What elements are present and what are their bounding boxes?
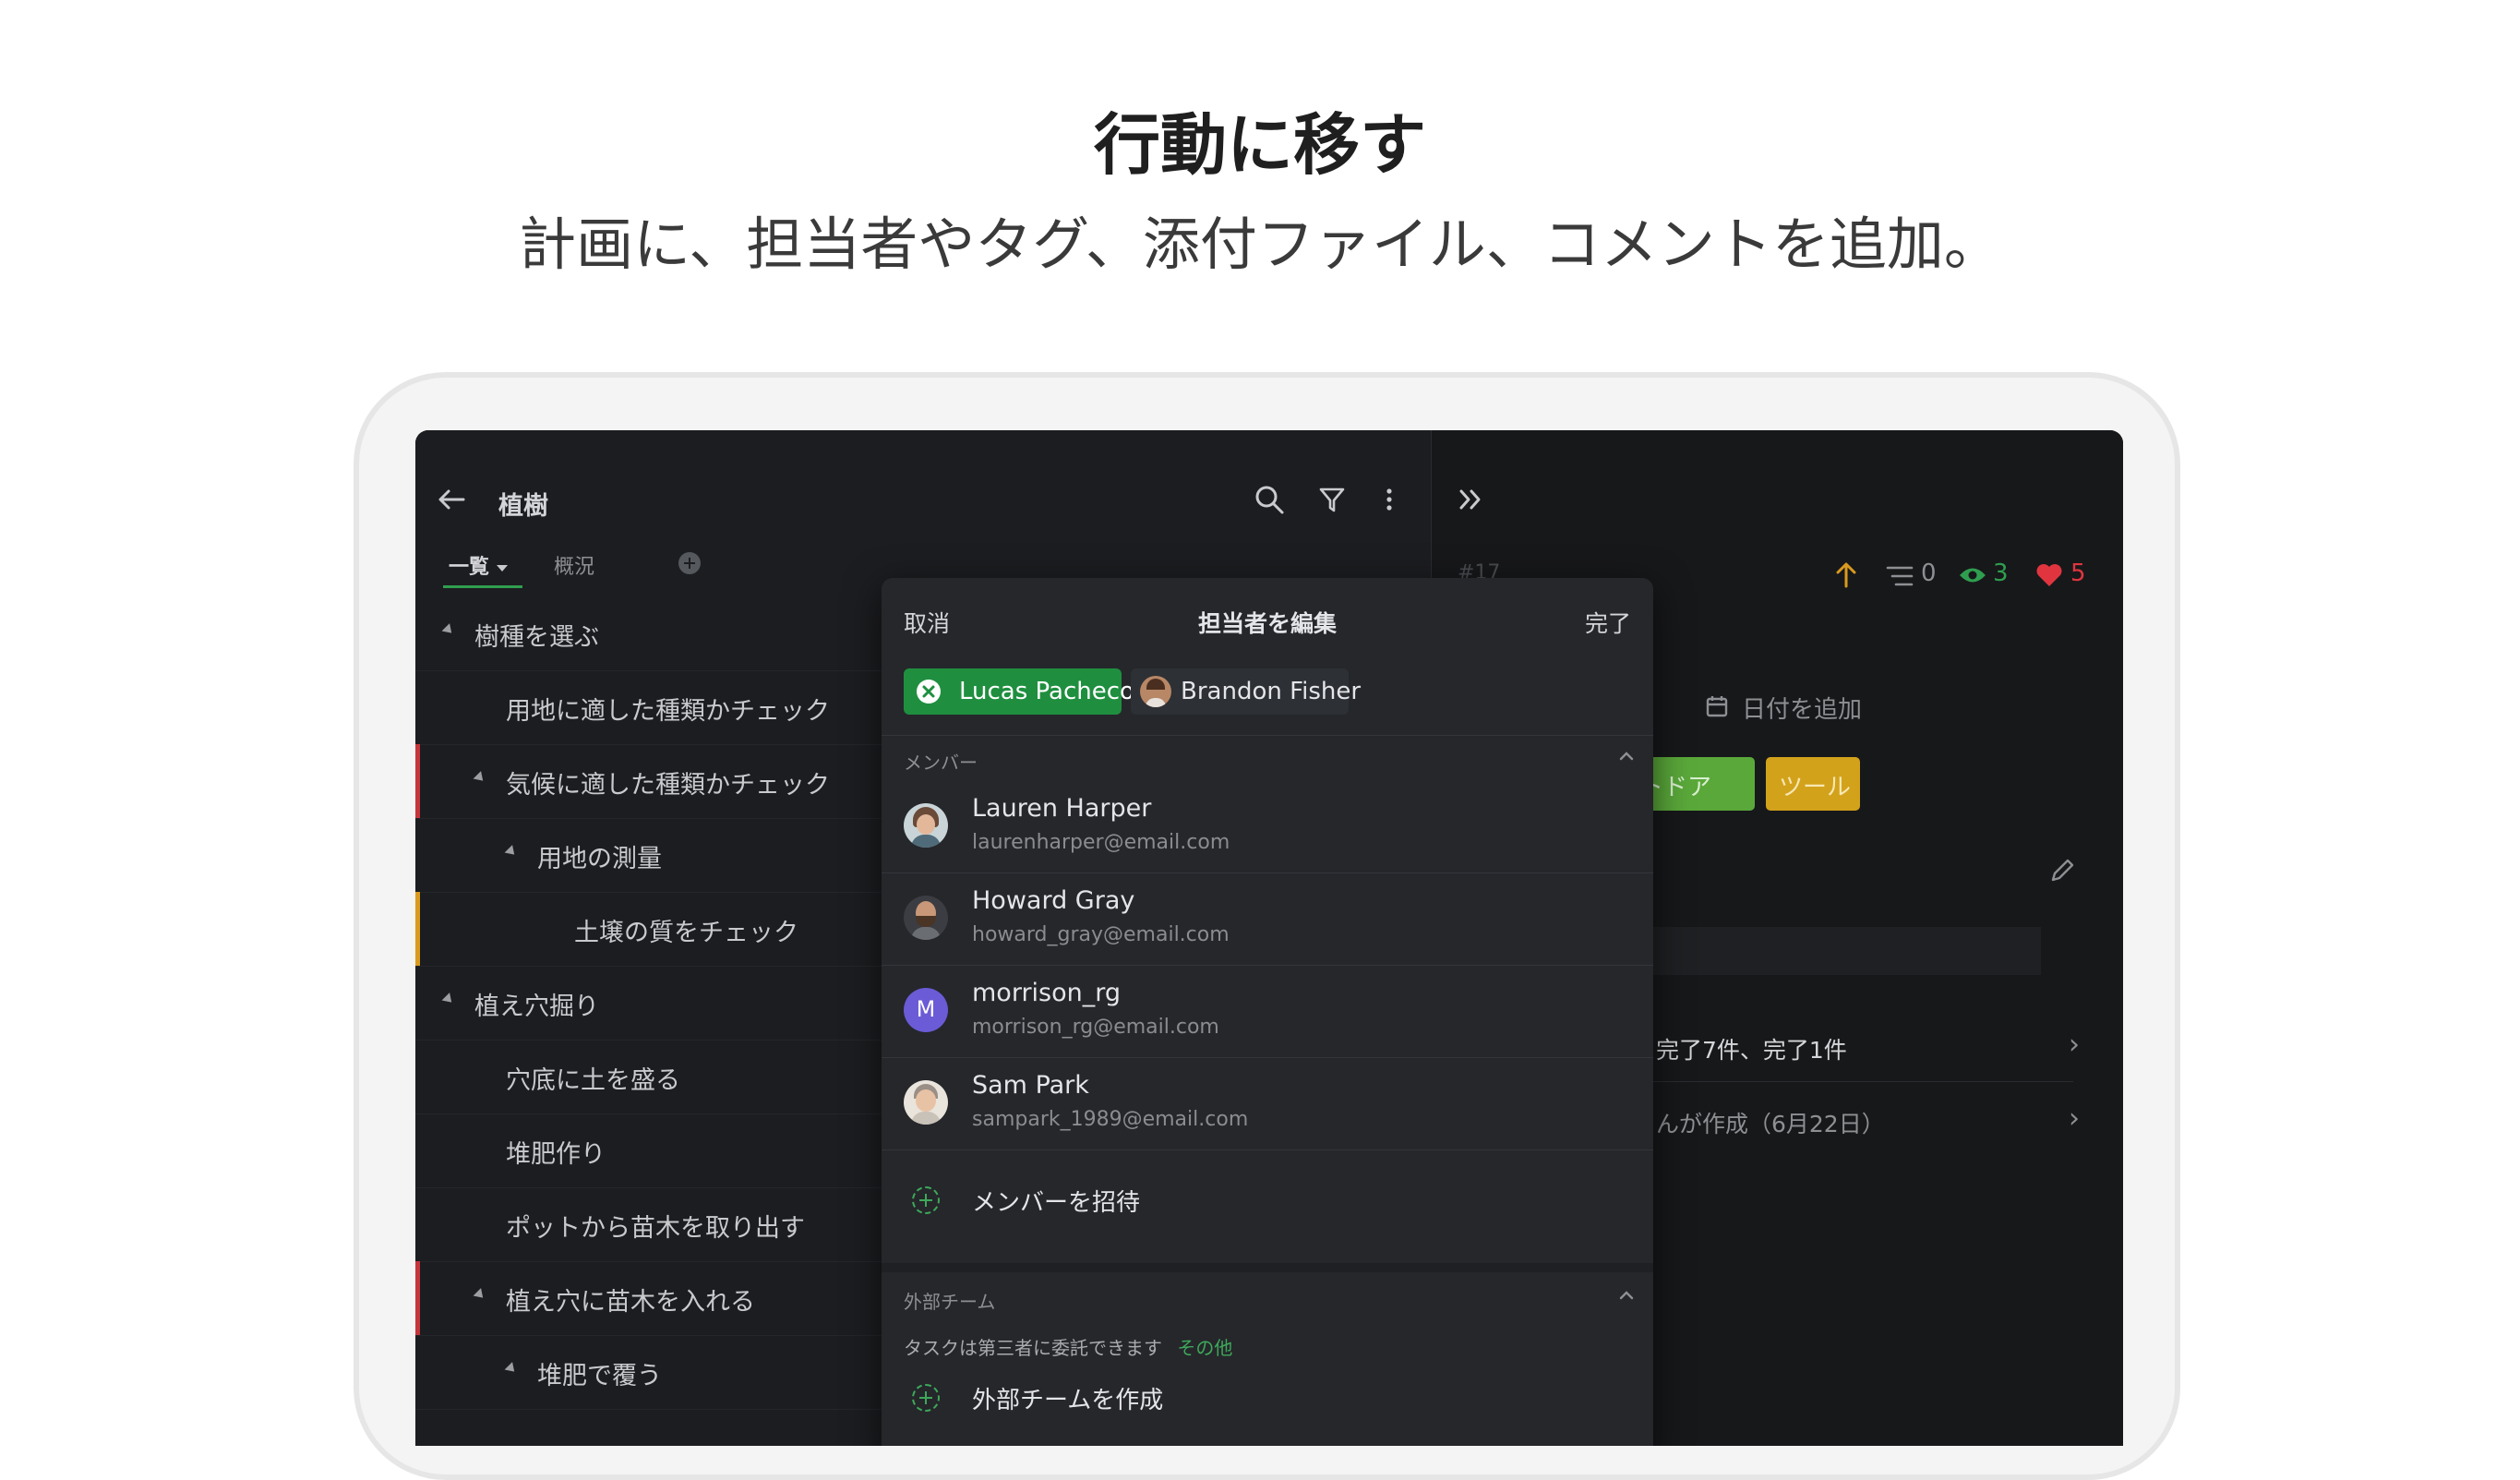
chevron-right-icon[interactable]: ›: [2069, 1102, 2080, 1135]
priority-bar: [415, 1261, 420, 1335]
app-screen: 植樹 一覧 概況 樹種を選ぶ 用地に適した種類かチェック 気候に適した種類かチェ…: [415, 430, 2123, 1446]
watchers-count: 3: [1993, 560, 2009, 587]
avatar: [904, 803, 948, 848]
member-row[interactable]: Sam Park sampark_1989@email.com: [882, 1058, 1653, 1150]
tab-overview[interactable]: 概況: [554, 550, 594, 580]
remove-x-icon[interactable]: [917, 680, 941, 704]
description-box[interactable]: [1639, 927, 2041, 975]
avatar: [904, 896, 948, 940]
tab-list[interactable]: 一覧: [449, 550, 509, 580]
divider: [882, 735, 1653, 736]
more-vertical-icon[interactable]: [1385, 486, 1394, 513]
avatar: [1140, 676, 1171, 707]
calendar-icon[interactable]: [1705, 694, 1729, 718]
edit-assignees-modal: 取消 担当者を編集 完了 Lucas Pacheco Brandon Fishe…: [882, 578, 1653, 1446]
tab-underline: [443, 585, 522, 588]
member-row[interactable]: Howard Gray howard_gray@email.com: [882, 873, 1653, 966]
comments-count: 0: [1921, 560, 1937, 587]
section-separator: [882, 1263, 1653, 1272]
selected-assignee-chip[interactable]: Lucas Pacheco: [904, 668, 1134, 715]
arrow-left-icon[interactable]: [436, 486, 467, 513]
priority-bar: [415, 744, 420, 818]
collapse-triangle-icon[interactable]: [441, 993, 456, 1006]
chevron-right-icon[interactable]: ›: [2069, 1029, 2080, 1061]
created-by: んが作成（6月22日）: [1656, 1111, 1885, 1137]
subtasks-summary: 完了7件、完了1件: [1656, 1037, 1847, 1064]
member-row[interactable]: Lauren Harper laurenharper@email.com: [882, 781, 1653, 873]
add-date-button[interactable]: 日付を追加: [1742, 691, 1862, 725]
filter-icon[interactable]: [1318, 486, 1346, 513]
more-link[interactable]: その他: [1177, 1337, 1232, 1359]
tag-tools[interactable]: ツール: [1766, 757, 1860, 811]
double-chevron-right-icon[interactable]: [1458, 487, 1485, 511]
chevron-down-icon: [497, 564, 509, 572]
divider: [1639, 1081, 2073, 1082]
invite-member-button[interactable]: メンバーを招待: [972, 1184, 1140, 1218]
chevron-up-icon[interactable]: [1618, 750, 1635, 761]
add-tab-icon[interactable]: [678, 552, 701, 574]
create-external-team-button[interactable]: 外部チームを作成: [972, 1381, 1163, 1415]
collapse-triangle-icon[interactable]: [473, 771, 487, 785]
invite-plus-icon: [912, 1186, 940, 1214]
search-icon[interactable]: [1254, 484, 1285, 515]
collapse-triangle-icon[interactable]: [504, 845, 519, 859]
done-button[interactable]: 完了: [1585, 606, 1631, 639]
priority-bar: [415, 892, 420, 966]
avatar: M: [904, 988, 948, 1032]
project-title: 植樹: [498, 492, 548, 521]
headline: 行動に移す: [1093, 106, 1426, 184]
likes-count: 5: [2070, 560, 2086, 587]
collapse-triangle-icon[interactable]: [441, 623, 456, 637]
heart-icon[interactable]: [2035, 563, 2063, 587]
external-teams-header: 外部チーム: [904, 1291, 996, 1313]
collapse-triangle-icon[interactable]: [473, 1288, 487, 1302]
create-external-plus-icon: [912, 1384, 940, 1412]
eye-icon[interactable]: [1958, 565, 1987, 585]
chevron-up-icon[interactable]: [1618, 1289, 1635, 1300]
modal-title: 担当者を編集: [1197, 610, 1337, 637]
pencil-icon[interactable]: [2048, 857, 2076, 884]
priority-arrow-up-icon[interactable]: [1834, 561, 1858, 589]
subline: 計画に、担当者やタグ、添付ファイル、コメントを追加。: [519, 211, 2001, 278]
comments-lines-icon[interactable]: [1886, 565, 1914, 587]
selected-assignee-chip[interactable]: Brandon Fisher: [1131, 668, 1361, 715]
member-row[interactable]: M morrison_rg morrison_rg@email.com: [882, 966, 1653, 1058]
tag-outdoor[interactable]: トドア: [1639, 757, 1755, 811]
collapse-triangle-icon[interactable]: [504, 1362, 519, 1376]
external-teams-description: タスクは第三者に委託できます その他: [904, 1337, 1233, 1359]
members-header: メンバー: [904, 752, 978, 774]
avatar: [904, 1080, 948, 1125]
